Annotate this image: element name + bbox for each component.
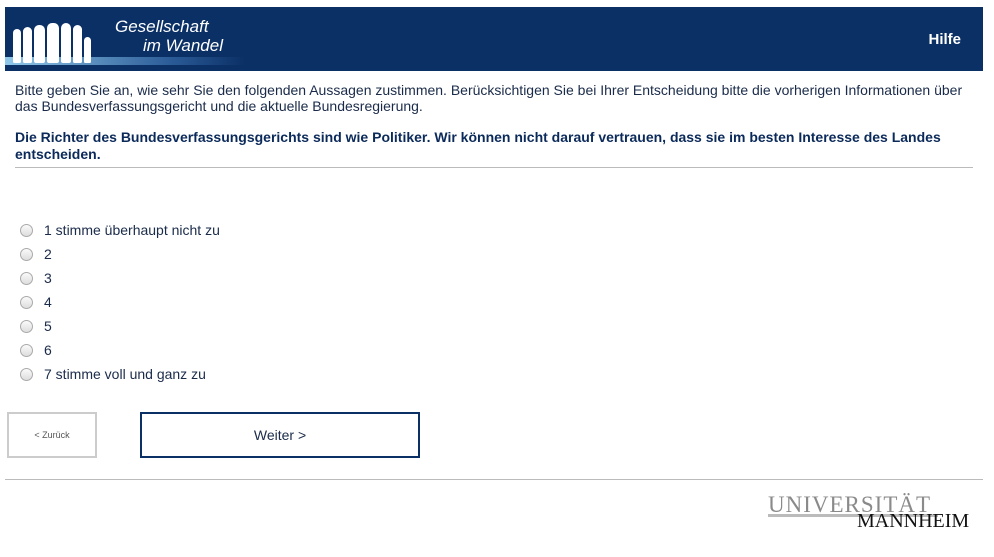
option-label: 6 xyxy=(44,342,52,358)
option-2[interactable]: 2 xyxy=(20,242,220,266)
option-3[interactable]: 3 xyxy=(20,266,220,290)
footer-divider xyxy=(5,479,983,480)
answer-options: 1 stimme überhaupt nicht zu 2 3 4 5 6 7 … xyxy=(20,218,220,386)
back-button[interactable]: < Zurück xyxy=(7,412,97,458)
option-6[interactable]: 6 xyxy=(20,338,220,362)
option-label: 3 xyxy=(44,270,52,286)
option-label: 4 xyxy=(44,294,52,310)
radio-button[interactable] xyxy=(20,247,33,261)
radio-button[interactable] xyxy=(20,271,33,285)
option-label: 2 xyxy=(44,246,52,262)
gesellschaft-im-wandel-logo: Gesellschaft im Wandel xyxy=(5,7,250,71)
option-5[interactable]: 5 xyxy=(20,314,220,338)
question-text: Die Richter des Bundesverfassungsgericht… xyxy=(15,129,941,162)
option-label: 1 stimme überhaupt nicht zu xyxy=(44,222,220,238)
option-7[interactable]: 7 stimme voll und ganz zu xyxy=(20,362,220,386)
next-button[interactable]: Weiter > xyxy=(140,412,420,458)
option-label: 5 xyxy=(44,318,52,334)
radio-button[interactable] xyxy=(20,367,33,381)
radio-button[interactable] xyxy=(20,319,33,333)
option-4[interactable]: 4 xyxy=(20,290,220,314)
logo-line2: MANNHEIM xyxy=(857,510,970,532)
divider xyxy=(15,167,973,168)
header: Gesellschaft im Wandel Hilfe xyxy=(5,7,983,71)
help-link[interactable]: Hilfe xyxy=(928,31,961,48)
radio-button[interactable] xyxy=(20,223,33,237)
radio-button[interactable] xyxy=(20,343,33,357)
option-label: 7 stimme voll und ganz zu xyxy=(44,366,206,382)
people-silhouette-icon xyxy=(13,19,103,63)
option-1[interactable]: 1 stimme überhaupt nicht zu xyxy=(20,218,220,242)
instructions-text: Bitte geben Sie an, wie sehr Sie den fol… xyxy=(15,82,963,114)
universitaet-mannheim-logo: UNIVERSITÄT MANNHEIM xyxy=(768,492,970,532)
logo-title-line2: im Wandel xyxy=(143,36,223,55)
radio-button[interactable] xyxy=(20,295,33,309)
logo-title-line1: Gesellschaft xyxy=(115,17,209,36)
